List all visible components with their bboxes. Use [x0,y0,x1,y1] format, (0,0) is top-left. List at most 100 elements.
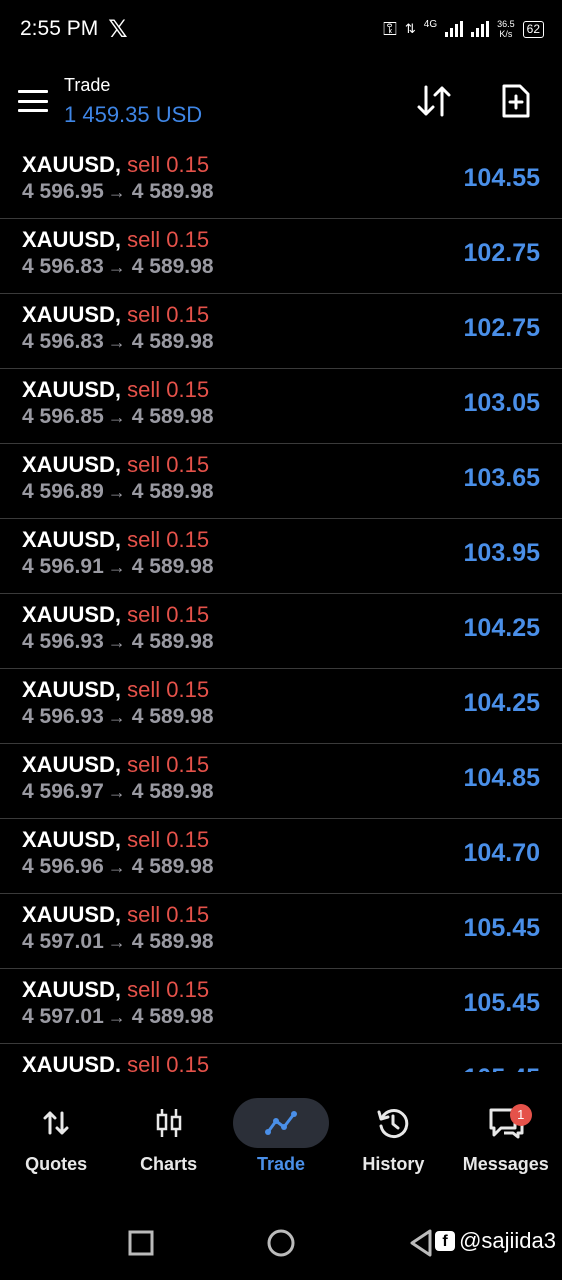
trade-symbol-line: XAUUSD, sell 0.15 [22,527,540,553]
trade-side: sell 0.15 [127,527,210,552]
trade-current-price: 4 589.98 [131,930,214,953]
new-order-icon[interactable] [496,81,536,121]
price-arrow-icon: → [107,257,126,277]
trade-icon [232,1098,329,1148]
signal-icon [445,21,464,37]
trade-row[interactable]: XAUUSD, sell 0.15 4 596.96 → 4 589.98 104.70 [0,819,562,894]
trade-side: sell 0.15 [127,827,210,852]
trade-row[interactable]: XAUUSD, sell 0.15 4 596.89 → 4 589.98 103.65 [0,444,562,519]
trade-open-price: 4 596.83 [22,330,104,353]
trade-profit: 104.25 [463,689,540,717]
trade-profit: 104.25 [463,614,540,642]
nav-history[interactable]: History [339,1098,447,1175]
trade-price-line: 4 596.85 → 4 589.98 [22,405,540,429]
trade-symbol-line: XAUUSD, sell 0.15 [22,152,540,178]
back-icon[interactable] [408,1228,434,1258]
trade-side: sell 0.15 [127,977,210,1002]
trade-current-price: 4 589.98 [131,255,214,278]
trade-row[interactable]: XAUUSD, sell 0.15 4 597.01 → 4 589.98 105.45 [0,969,562,1044]
trade-side: sell 0.15 [127,227,210,252]
trade-symbol-line: XAUUSD, sell 0.15 [22,227,540,253]
price-arrow-icon: → [107,707,126,727]
trade-price-line: 4 596.83 → 4 589.98 [22,330,540,354]
trade-row[interactable]: XAUUSD, sell 0.15 4 596.95 → 4 589.98 104.55 [0,144,562,219]
trade-row[interactable]: XAUUSD, sell 0.15 4 596.83 → 4 589.98 102.75 [0,219,562,294]
header-text: Trade 1 459.35 USD [64,75,202,128]
trade-symbol: XAUUSD, [22,902,122,927]
trade-current-price: 4 589.98 [131,555,214,578]
trade-side: sell 0.15 [127,302,210,327]
trade-open-price: 4 596.96 [22,855,104,878]
price-arrow-icon: → [107,407,126,427]
facebook-icon: f [435,1231,456,1251]
trade-symbol: XAUUSD, [22,527,122,552]
nav-label: History [362,1154,425,1174]
trade-price-line: 4 596.89 → 4 589.98 [22,480,540,504]
trade-symbol: XAUUSD, [22,152,122,177]
nav-charts[interactable]: Charts [115,1098,223,1175]
status-icons: ⚿ ⇅ 4G 36.5 K/s 62 [383,19,544,40]
trade-symbol-line: XAUUSD, sell 0.15 [22,677,540,703]
trade-open-price: 4 596.83 [22,255,104,278]
key-icon: ⚿ [383,18,397,39]
trade-profit: 102.75 [463,239,540,267]
trade-current-price: 4 589.98 [131,405,214,428]
trade-price-line: 4 596.91 → 4 589.98 [22,555,540,579]
watermark-text: @sajiida3 [459,1228,556,1253]
trade-symbol: XAUUSD, [22,752,122,777]
trade-side: sell 0.15 [127,602,210,627]
trade-profit: 104.55 [463,164,540,192]
trade-symbol-line: XAUUSD, sell 0.15 [22,377,540,403]
nav-quotes[interactable]: Quotes [2,1098,110,1175]
menu-icon[interactable] [18,90,48,112]
nav-label: Messages [462,1154,549,1174]
trade-open-price: 4 596.91 [22,555,104,578]
trade-profit: 105.45 [464,1064,540,1072]
trade-symbol: XAUUSD, [22,677,122,702]
price-arrow-icon: → [107,932,126,952]
trade-row[interactable]: XAUUSD, sell 0.15 4 596.93 → 4 589.98 104.25 [0,594,562,669]
nav-messages[interactable]: Messages 1 [452,1098,560,1175]
trade-symbol-line: XAUUSD, sell 0.15 [22,602,540,628]
nav-label: Charts [140,1154,198,1174]
trade-row[interactable]: XAUUSD, sell 0.15 4 597.01 → 4 589.98 105.45 [0,894,562,969]
trade-symbol: XAUUSD, [22,827,122,852]
trade-row[interactable]: XAUUSD, sell 0.15 4 596.93 → 4 589.98 104.25 [0,669,562,744]
trade-current-price: 4 589.98 [131,180,214,203]
trade-price-line: 4 596.96 → 4 589.98 [22,855,540,879]
trade-price-line: 4 596.97 → 4 589.98 [22,780,540,804]
home-icon[interactable] [266,1228,296,1258]
trade-profit: 103.05 [463,389,540,417]
trade-row[interactable]: XAUUSD, sell 0.15 4 596.83 → 4 589.98 102.75 [0,294,562,369]
nav-label: Trade [256,1154,305,1174]
trade-current-price: 4 589.98 [131,480,214,503]
price-arrow-icon: → [107,332,126,352]
trade-current-price: 4 589.98 [131,630,214,653]
net-speed: 36.5 K/s [497,19,515,39]
trade-row[interactable]: XAUUSD, sell 0.15→105.45 [0,1044,562,1072]
page-title: Trade [64,74,111,95]
trade-symbol: XAUUSD, [22,227,122,252]
sort-icon[interactable] [414,81,454,121]
trade-price-line: 4 596.95 → 4 589.98 [22,180,540,204]
trade-row[interactable]: XAUUSD, sell 0.15 4 596.91 → 4 589.98 103.95 [0,519,562,594]
trade-open-price: 4 596.97 [22,780,104,803]
trade-row[interactable]: XAUUSD, sell 0.15 4 596.97 → 4 589.98 104.85 [0,744,562,819]
recent-apps-icon[interactable] [128,1230,154,1256]
trade-symbol: XAUUSD, [22,1052,122,1072]
trade-symbol-line: XAUUSD, sell 0.15 [22,452,540,478]
app-header: Trade 1 459.35 USD [0,58,562,144]
trade-open-price: 4 597.01 [22,930,104,953]
trade-price-line: 4 597.01 → 4 589.98 [22,930,540,954]
network-type: 4G [423,18,438,30]
trade-price-line: 4 596.83 → 4 589.98 [22,255,540,279]
trade-profit: 103.95 [463,539,540,567]
nav-trade[interactable]: Trade [227,1098,335,1175]
watermark: f @sajiida3 [435,1228,556,1254]
trade-current-price: 4 589.98 [131,780,214,803]
trade-row[interactable]: XAUUSD, sell 0.15 4 596.85 → 4 589.98 103.05 [0,369,562,444]
price-arrow-icon: → [107,782,126,802]
nav-label: Quotes [25,1154,88,1174]
trade-symbol-line: XAUUSD, sell 0.15 [22,752,540,778]
price-arrow-icon: → [107,482,126,502]
